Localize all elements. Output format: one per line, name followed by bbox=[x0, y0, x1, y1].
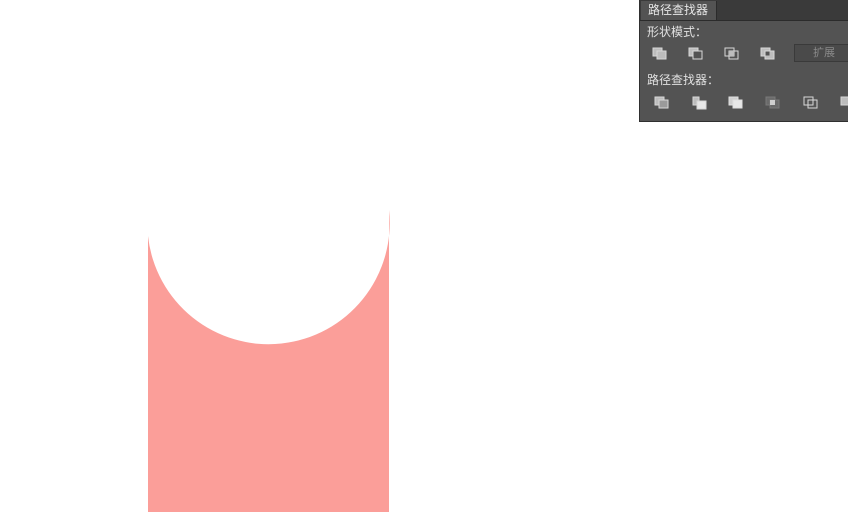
tab-pathfinder[interactable]: 路径查找器 bbox=[641, 1, 717, 20]
unite-button[interactable] bbox=[649, 45, 671, 63]
crop-button[interactable] bbox=[762, 94, 784, 112]
shape-modes-label: 形状模式： bbox=[647, 25, 708, 39]
panel-tab-bar: 路径查找器 bbox=[640, 0, 848, 21]
exclude-button[interactable] bbox=[757, 45, 779, 63]
unite-icon bbox=[652, 47, 667, 60]
intersect-icon bbox=[724, 47, 739, 60]
intersect-button[interactable] bbox=[721, 45, 743, 63]
expand-button[interactable]: 扩展 bbox=[794, 44, 848, 62]
divide-icon bbox=[654, 96, 669, 109]
minus-back-icon bbox=[840, 96, 848, 106]
outline-button[interactable] bbox=[800, 94, 822, 112]
outline-icon bbox=[803, 96, 818, 109]
divide-button[interactable] bbox=[651, 94, 673, 112]
trim-button[interactable] bbox=[688, 94, 710, 112]
merge-button[interactable] bbox=[725, 94, 747, 112]
minus-front-button[interactable] bbox=[685, 45, 707, 63]
minus-back-button[interactable] bbox=[837, 94, 848, 112]
pathfinders-label: 路径查找器： bbox=[647, 73, 720, 87]
crop-icon bbox=[765, 96, 780, 109]
minus-front-icon bbox=[688, 47, 703, 60]
trim-icon bbox=[692, 96, 707, 110]
exclude-icon bbox=[760, 47, 775, 60]
merge-icon bbox=[728, 96, 743, 109]
pathfinder-panel: 路径查找器 形状模式： 扩展 路径查找器： bbox=[639, 0, 848, 122]
